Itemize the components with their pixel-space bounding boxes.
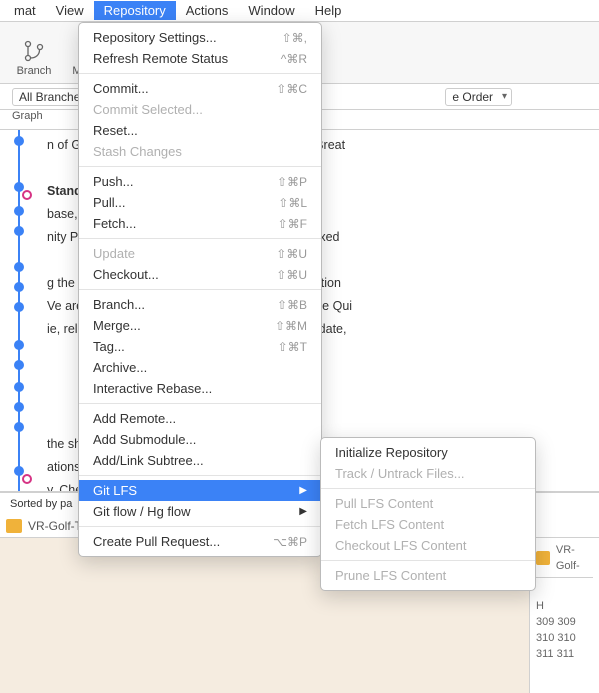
menu-item-create-pull-request[interactable]: Create Pull Request...⌥⌘P [79,531,321,552]
shortcut: ⇧⌘, [282,31,307,45]
menu-item-refresh-remote-status[interactable]: Refresh Remote Status^⌘R [79,48,321,69]
menu-item-repository-settings[interactable]: Repository Settings...⇧⌘, [79,27,321,48]
menu-item-update: Update⇧⌘U [79,243,321,264]
shortcut: ⇧⌘T [278,340,307,354]
menu-item-prune-lfs-content: Prune LFS Content [321,565,535,586]
menu-help[interactable]: Help [305,1,352,20]
diff-pane: VR-Golf- H309 309310 310311 311 [529,538,599,693]
shortcut: ⇧⌘F [278,217,307,231]
menu-item-push[interactable]: Push...⇧⌘P [79,171,321,192]
menu-item-add-link-subtree[interactable]: Add/Link Subtree... [79,450,321,471]
menubar: matViewRepositoryActionsWindowHelp [0,0,599,22]
diff-tab[interactable]: VR-Golf- [536,542,593,578]
menu-item-commit-selected: Commit Selected... [79,99,321,120]
menu-item-commit[interactable]: Commit...⇧⌘C [79,78,321,99]
order-select[interactable]: e Order [445,88,512,106]
current-commit-dot [22,190,32,200]
git-lfs-submenu: Initialize RepositoryTrack / Untrack Fil… [320,437,536,591]
shortcut: ⇧⌘U [276,247,307,261]
shortcut: ⇧⌘B [277,298,307,312]
shortcut: ⇧⌘L [278,196,307,210]
menu-item-add-remote[interactable]: Add Remote... [79,408,321,429]
repository-menu: Repository Settings...⇧⌘,Refresh Remote … [78,22,322,557]
menu-item-track-untrack-files: Track / Untrack Files... [321,463,535,484]
menu-item-interactive-rebase[interactable]: Interactive Rebase... [79,378,321,399]
shortcut: ⇧⌘C [276,82,307,96]
shortcut: ⇧⌘U [276,268,307,282]
branch-tool[interactable]: Branch [12,37,56,77]
branch-icon [20,37,48,65]
diff-line [536,582,593,598]
menu-mat[interactable]: mat [4,1,46,20]
menu-item-merge[interactable]: Merge...⇧⌘M [79,315,321,336]
folder-icon [6,519,22,533]
menu-item-reset[interactable]: Reset... [79,120,321,141]
menu-item-fetch-lfs-content: Fetch LFS Content [321,514,535,535]
menu-item-checkout[interactable]: Checkout...⇧⌘U [79,264,321,285]
menu-actions[interactable]: Actions [176,1,239,20]
shortcut: ⌥⌘P [273,535,307,549]
diff-line: 311 311 [536,646,593,662]
menu-item-stash-changes: Stash Changes [79,141,321,162]
diff-line: H [536,598,593,614]
menu-item-branch[interactable]: Branch...⇧⌘B [79,294,321,315]
diff-line: 310 310 [536,630,593,646]
menu-window[interactable]: Window [238,1,304,20]
menu-item-fetch[interactable]: Fetch...⇧⌘F [79,213,321,234]
shortcut: ^⌘R [281,52,307,66]
menu-item-checkout-lfs-content: Checkout LFS Content [321,535,535,556]
menu-item-pull-lfs-content: Pull LFS Content [321,493,535,514]
diff-line: 309 309 [536,614,593,630]
shortcut: ⇧⌘P [277,175,307,189]
menu-item-add-submodule[interactable]: Add Submodule... [79,429,321,450]
chevron-right-icon: ▶ [299,506,307,517]
menu-repository[interactable]: Repository [94,1,176,20]
menu-item-git-flow-hg-flow[interactable]: Git flow / Hg flow▶ [79,501,321,522]
shortcut: ⇧⌘M [275,319,307,333]
menu-item-archive[interactable]: Archive... [79,357,321,378]
chevron-right-icon: ▶ [299,485,307,496]
menu-item-tag[interactable]: Tag...⇧⌘T [79,336,321,357]
menu-view[interactable]: View [46,1,94,20]
graph-column [0,130,45,491]
menu-item-git-lfs[interactable]: Git LFS▶ [79,480,321,501]
folder-icon [536,551,550,565]
menu-item-pull[interactable]: Pull...⇧⌘L [79,192,321,213]
branch-label: Branch [17,65,52,77]
menu-item-initialize-repository[interactable]: Initialize Repository [321,442,535,463]
